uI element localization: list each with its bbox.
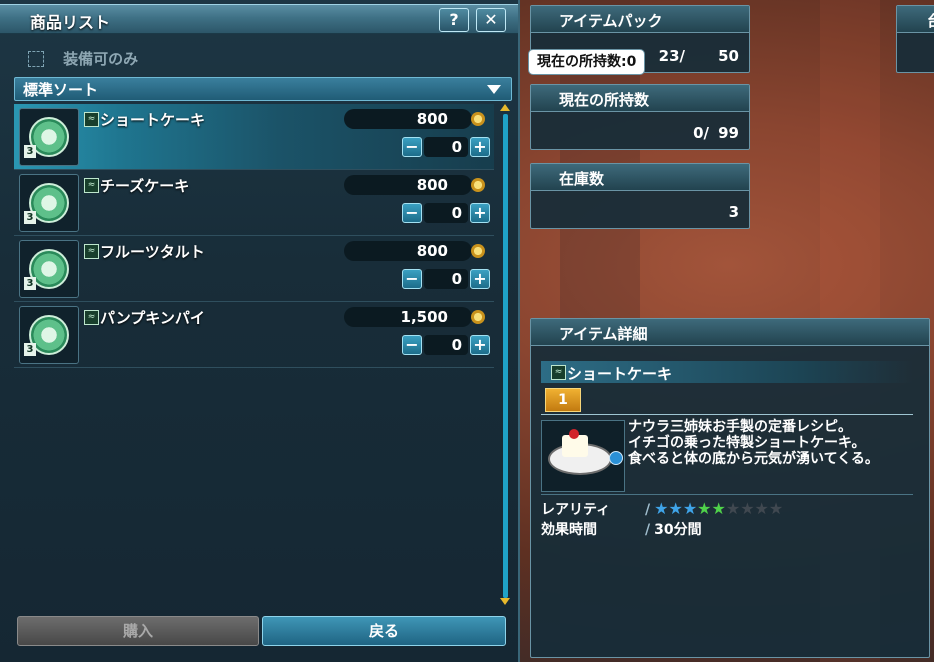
cake-item-icon: 3 [19, 306, 79, 364]
list-scrollbar[interactable] [500, 104, 510, 605]
rarity-stars: ★★★★★★★★★ [654, 499, 784, 518]
list-item[interactable]: 3 ≈ チーズケーキ 800 − 0 + [14, 170, 494, 236]
star-icon: ★ [668, 499, 683, 518]
held-count-tooltip: 現在の所持数:0 [528, 49, 646, 75]
qty-field[interactable]: 0 [424, 269, 468, 289]
qty-minus-button[interactable]: − [402, 137, 422, 157]
held-count-panel: 現在の所持数 0/ 99 [530, 84, 750, 150]
scrollbar-thumb[interactable] [503, 114, 508, 598]
item-detail-title: アイテム詳細 [559, 325, 648, 343]
item-price: 800 [344, 109, 472, 129]
rank-up-icon: ≈ [84, 112, 99, 127]
item-name: フルーツタルト [100, 243, 205, 261]
star-icon: ★ [697, 499, 712, 518]
qty-plus-button[interactable]: + [470, 203, 490, 223]
meseta-icon [471, 310, 485, 324]
list-item[interactable]: 3 ≈ ショートケーキ 800 − 0 + [14, 104, 494, 170]
rank-up-icon: ≈ [84, 244, 99, 259]
held-count-current: 0/ [693, 124, 709, 142]
held-count-max: 99 [718, 124, 739, 142]
qty-field[interactable]: 0 [424, 203, 468, 223]
rarity-row: レアリティ / ★★★★★★★★★ [541, 499, 784, 519]
meseta-icon [471, 112, 485, 126]
scroll-up-icon[interactable] [500, 104, 510, 111]
stock-value: 3 [728, 203, 739, 221]
sort-dropdown-value: 標準ソート [23, 81, 99, 99]
duration-value: 30分間 [654, 522, 702, 538]
help-button[interactable]: ? [439, 8, 469, 32]
item-detail-panel: アイテム詳細 ≈ ショートケーキ 1 ナウラ三姉妹お手製の定番レシピ。 イチゴの… [530, 318, 930, 658]
star-icon: ★ [754, 499, 769, 518]
qty-plus-button[interactable]: + [470, 137, 490, 157]
item-pack-max: 50 [718, 47, 739, 65]
chevron-down-icon [487, 85, 501, 94]
rarity-label: レアリティ [541, 502, 611, 518]
sort-dropdown[interactable]: 標準ソート [14, 77, 512, 101]
star-icon: ★ [725, 499, 741, 518]
partial-panel: 台 [896, 5, 934, 73]
equip-filter-label: 装備可のみ [63, 50, 139, 68]
item-price: 800 [344, 241, 472, 261]
star-icon: ★ [768, 499, 784, 518]
shop-titlebar[interactable]: 商品リスト ? ✕ [0, 4, 518, 34]
equip-filter-checkbox[interactable] [28, 50, 44, 67]
list-item[interactable]: 3 ≈ フルーツタルト 800 − 0 + [14, 236, 494, 302]
held-count-title: 現在の所持数 [559, 91, 650, 109]
close-button[interactable]: ✕ [476, 8, 506, 32]
item-pack-current: 23/ [658, 47, 685, 65]
star-icon: ★ [654, 499, 669, 518]
star-icon: ★ [682, 499, 698, 518]
detail-level-badge: 1 [545, 388, 581, 412]
qty-field[interactable]: 0 [424, 335, 468, 355]
stock-title: 在庫数 [559, 170, 605, 188]
stock-panel: 在庫数 3 [530, 163, 750, 229]
detail-item-name: ショートケーキ [567, 365, 673, 383]
qty-field[interactable]: 0 [424, 137, 468, 157]
list-item[interactable]: 3 ≈ パンプキンパイ 1,500 − 0 + [14, 302, 494, 368]
qty-minus-button[interactable]: − [402, 269, 422, 289]
desc-line: ナウラ三姉妹お手製の定番レシピ。 [628, 419, 852, 435]
star-icon: ★ [711, 499, 726, 518]
equip-filter[interactable]: 装備可のみ [28, 48, 138, 68]
meseta-icon [471, 178, 485, 192]
meseta-icon [471, 244, 485, 258]
rank-up-icon: ≈ [84, 178, 99, 193]
detail-name-bar: ≈ ショートケーキ [541, 361, 913, 383]
item-price: 1,500 [344, 307, 472, 327]
item-name: ショートケーキ [100, 111, 206, 129]
desc-line: イチゴの乗った特製ショートケーキ。 [628, 435, 866, 451]
cake-item-icon: 3 [19, 108, 79, 166]
duration-label: 効果時間 [541, 522, 597, 538]
cake-item-icon: 3 [19, 240, 79, 298]
qty-minus-button[interactable]: − [402, 203, 422, 223]
item-list: 3 ≈ ショートケーキ 800 − 0 + 3 ≈ チーズケーキ 800 − 0… [14, 104, 494, 368]
detail-description: ナウラ三姉妹お手製の定番レシピ。 イチゴの乗った特製ショートケーキ。 食べると体… [628, 419, 879, 467]
rank-up-icon: ≈ [551, 365, 566, 380]
cake-item-icon: 3 [19, 174, 79, 232]
shop-window: 商品リスト ? ✕ 装備可のみ 標準ソート 3 ≈ ショートケーキ 800 − … [0, 0, 520, 662]
qty-plus-button[interactable]: + [470, 335, 490, 355]
item-name: チーズケーキ [100, 177, 190, 195]
partial-panel-title: 台 [927, 10, 934, 31]
item-pack-title: アイテムパック [559, 12, 663, 30]
qty-minus-button[interactable]: − [402, 335, 422, 355]
duration-row: 効果時間/30分間 [541, 519, 702, 539]
rank-up-icon: ≈ [84, 310, 99, 325]
scroll-down-icon[interactable] [500, 598, 510, 605]
back-button[interactable]: 戻る [262, 616, 506, 646]
item-name: パンプキンパイ [100, 309, 205, 327]
desc-line: 食べると体の底から元気が湧いてくる。 [628, 451, 879, 467]
buy-button[interactable]: 購入 [17, 616, 259, 646]
star-icon: ★ [740, 499, 755, 518]
no-trade-icon [609, 451, 623, 465]
item-price: 800 [344, 175, 472, 195]
qty-plus-button[interactable]: + [470, 269, 490, 289]
shop-title: 商品リスト [30, 13, 111, 32]
